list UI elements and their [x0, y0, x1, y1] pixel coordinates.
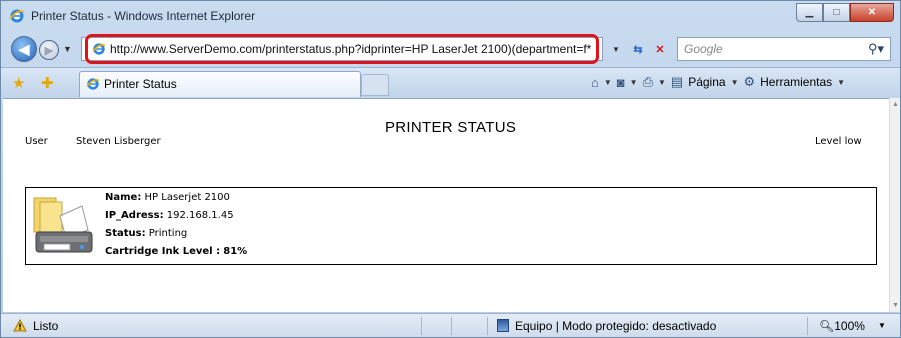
back-button[interactable]: ◀ — [11, 36, 37, 62]
tab-label: Printer Status — [104, 77, 177, 91]
search-placeholder: Google — [684, 42, 723, 56]
home-icon[interactable]: ⌂ — [591, 75, 599, 90]
user-label: User — [25, 136, 48, 147]
add-favorites-icon[interactable]: ✚ — [41, 74, 54, 92]
print-dropdown-icon[interactable]: ▼ — [658, 78, 666, 87]
refresh-icon[interactable]: ⇆ — [629, 41, 647, 57]
page-icon[interactable]: ▤ — [671, 74, 683, 90]
feeds-dropdown-icon[interactable]: ▼ — [630, 78, 638, 87]
window-controls: ▁ □ ✕ — [796, 3, 894, 23]
zoom-dropdown-icon[interactable]: ▼ — [878, 321, 886, 330]
printer-name-row: Name: HP Laserjet 2100 — [105, 192, 230, 203]
user-name: Steven Lisberger — [76, 136, 161, 147]
tools-menu[interactable]: Herramientas — [760, 75, 832, 89]
tab-ie-icon — [86, 78, 100, 90]
printer-ip-row: IP_Adress: 192.168.1.45 — [105, 210, 234, 221]
status-divider — [451, 317, 452, 335]
navigation-bar: ◀ ▶ ▼ http://www.ServerDemo.com/printers… — [1, 31, 900, 67]
page-dropdown-icon[interactable]: ▼ — [731, 78, 739, 87]
feeds-icon[interactable]: ◙ — [617, 75, 625, 90]
page-menu[interactable]: Página — [688, 75, 725, 89]
status-bar: Listo Equipo | Modo protegido: desactiva… — [1, 313, 900, 337]
maximize-icon: □ — [833, 7, 840, 18]
forward-button[interactable]: ▶ — [39, 40, 59, 60]
zoom-icon: 🔍︎ — [819, 319, 835, 333]
ip-label: IP_Adress: — [105, 210, 164, 221]
forward-arrow-icon: ▶ — [44, 44, 54, 57]
browser-window: Printer Status - Windows Internet Explor… — [0, 0, 901, 338]
minimize-icon: ▁ — [805, 7, 814, 18]
ink-value: 81% — [223, 246, 248, 257]
ie-logo-icon — [9, 9, 25, 23]
zoom-value: 100% — [834, 319, 865, 333]
printer-status-row: Status: Printing — [105, 228, 187, 239]
close-button[interactable]: ✕ — [850, 3, 894, 22]
search-icon[interactable]: ⚲▾ — [868, 41, 884, 57]
maximize-button[interactable]: □ — [823, 3, 850, 22]
tab-bar: ★ ✚ Printer Status ⌂ ▼ ◙ ▼ ⎙ ▼ ▤ Página … — [1, 67, 900, 97]
search-input[interactable]: Google ⚲▾ — [677, 37, 891, 61]
scroll-up-icon[interactable]: ▲ — [892, 101, 899, 108]
ink-label: Cartridge Ink Level : — [105, 246, 221, 257]
name-value: HP Laserjet 2100 — [144, 192, 230, 203]
minimize-button[interactable]: ▁ — [796, 3, 823, 22]
ip-value: 192.168.1.45 — [166, 210, 234, 221]
history-dropdown-icon[interactable]: ▼ — [63, 44, 72, 54]
printer-ink-row: Cartridge Ink Level : 81% — [105, 246, 247, 257]
address-url[interactable]: http://www.ServerDemo.com/printerstatus.… — [110, 42, 591, 56]
status-label: Status: — [105, 228, 146, 239]
home-dropdown-icon[interactable]: ▼ — [604, 78, 612, 87]
address-dropdown-icon[interactable]: ▼ — [607, 41, 625, 57]
address-tools: ▼ ⇆ ✕ — [607, 41, 669, 57]
close-icon: ✕ — [867, 7, 877, 18]
status-divider — [487, 317, 488, 335]
status-divider — [807, 317, 808, 335]
printer-icon — [33, 197, 93, 253]
page-ie-icon — [92, 43, 106, 55]
scroll-down-icon[interactable]: ▼ — [892, 302, 899, 309]
status-text: Listo — [33, 319, 59, 333]
security-zone-text[interactable]: Equipo | Modo protegido: desactivado — [515, 319, 716, 333]
print-icon[interactable]: ⎙ — [643, 74, 653, 90]
vertical-scrollbar[interactable]: ▲ ▼ — [889, 98, 900, 312]
warning-icon — [13, 319, 27, 332]
tools-dropdown-icon[interactable]: ▼ — [837, 78, 845, 87]
back-arrow-icon: ◀ — [18, 40, 30, 57]
tab-printer-status[interactable]: Printer Status — [79, 71, 361, 97]
window-title: Printer Status - Windows Internet Explor… — [31, 9, 256, 23]
status-divider — [421, 317, 422, 335]
status-value: Printing — [148, 228, 188, 239]
title-bar: Printer Status - Windows Internet Explor… — [1, 1, 900, 31]
command-bar: ⌂ ▼ ◙ ▼ ⎙ ▼ ▤ Página ▼ ⚙ Herramientas ▼ — [591, 74, 845, 90]
favorites-star-icon[interactable]: ★ — [12, 74, 25, 92]
new-tab-button[interactable] — [361, 74, 389, 96]
page-title: PRINTER STATUS — [385, 119, 517, 136]
stop-icon[interactable]: ✕ — [651, 41, 669, 57]
zoom-level[interactable]: 🔍︎100% — [819, 319, 865, 333]
tools-gear-icon[interactable]: ⚙ — [743, 74, 755, 90]
level-label: Level low — [815, 136, 862, 147]
name-label: Name: — [105, 192, 142, 203]
security-zone-icon — [497, 319, 509, 332]
